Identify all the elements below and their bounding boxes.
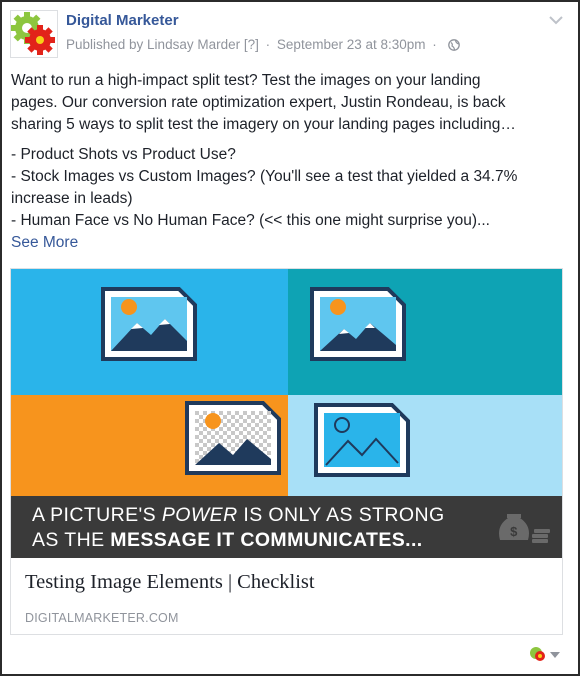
post-paragraph: Want to run a high-impact split test? Te… — [11, 70, 571, 136]
post-timestamp[interactable]: September 23 at 8:30pm — [277, 37, 426, 52]
post-list: - Product Shots vs Product Use? - Stock … — [11, 144, 571, 254]
help-marker[interactable]: [?] — [244, 37, 259, 52]
list-item: - Product Shots vs Product Use? — [11, 146, 236, 163]
post-meta: Published by Lindsay Marder [?] · Septem… — [66, 37, 460, 52]
banner-text: IS ONLY AS STRONG — [237, 504, 445, 526]
globe-icon[interactable] — [447, 39, 460, 51]
card-image[interactable]: A PICTURE'S POWER IS ONLY AS STRONG AS T… — [11, 269, 562, 558]
card-domain: DIGITALMARKETER.COM — [25, 611, 179, 625]
svg-text:$: $ — [510, 524, 518, 539]
image-quadrant-lightblue — [288, 395, 562, 496]
picture-icon — [101, 287, 197, 361]
logo-gear-icon — [11, 12, 55, 55]
body-line: Want to run a high-impact split test? Te… — [11, 72, 481, 89]
banner-text: A PICTURE'S — [32, 504, 162, 526]
see-more-link[interactable]: See More — [11, 232, 571, 254]
page-name-link[interactable]: Digital Marketer — [66, 12, 179, 29]
money-bag-icon: $ — [499, 514, 550, 543]
card-title[interactable]: Testing Image Elements | Checklist — [25, 571, 315, 594]
banner-text-strong: MESSAGE IT COMMUNICATES... — [110, 529, 423, 551]
image-banner: A PICTURE'S POWER IS ONLY AS STRONG AS T… — [11, 496, 562, 558]
post-header: Digital Marketer Published by Lindsay Ma… — [10, 10, 570, 60]
image-quadrant-orange — [11, 395, 288, 496]
picture-outline-icon — [314, 403, 410, 477]
image-quadrant-teal — [288, 269, 562, 395]
list-item: - Stock Images vs Custom Images? (You'll… — [11, 168, 518, 185]
list-item: - Human Face vs No Human Face? (<< this … — [11, 212, 490, 229]
banner-line-1: A PICTURE'S POWER IS ONLY AS STRONG — [32, 503, 562, 528]
image-quadrant-blue — [11, 269, 288, 395]
caret-down-icon[interactable] — [550, 652, 560, 658]
meta-separator-2: · — [432, 37, 437, 52]
chevron-down-icon[interactable] — [548, 14, 564, 26]
list-item: increase in leads) — [11, 190, 133, 207]
page-avatar-icon[interactable] — [528, 644, 548, 664]
picture-icon — [310, 287, 406, 361]
banner-text-emphasis: POWER — [161, 504, 238, 526]
body-line: sharing 5 ways to split test the imagery… — [11, 116, 516, 133]
post-body: Want to run a high-impact split test? Te… — [11, 70, 571, 254]
picture-placeholder-icon — [185, 401, 281, 475]
page-avatar[interactable] — [10, 10, 58, 58]
link-preview-card[interactable]: A PICTURE'S POWER IS ONLY AS STRONG AS T… — [10, 268, 563, 635]
banner-line-2: AS THE MESSAGE IT COMMUNICATES... — [32, 528, 562, 553]
banner-text: AS THE — [32, 529, 111, 551]
body-line: pages. Our conversion rate optimization … — [11, 94, 506, 111]
meta-separator: · — [265, 37, 271, 52]
facebook-post: Digital Marketer Published by Lindsay Ma… — [0, 0, 580, 676]
published-by-link[interactable]: Published by Lindsay Marder — [66, 37, 240, 52]
